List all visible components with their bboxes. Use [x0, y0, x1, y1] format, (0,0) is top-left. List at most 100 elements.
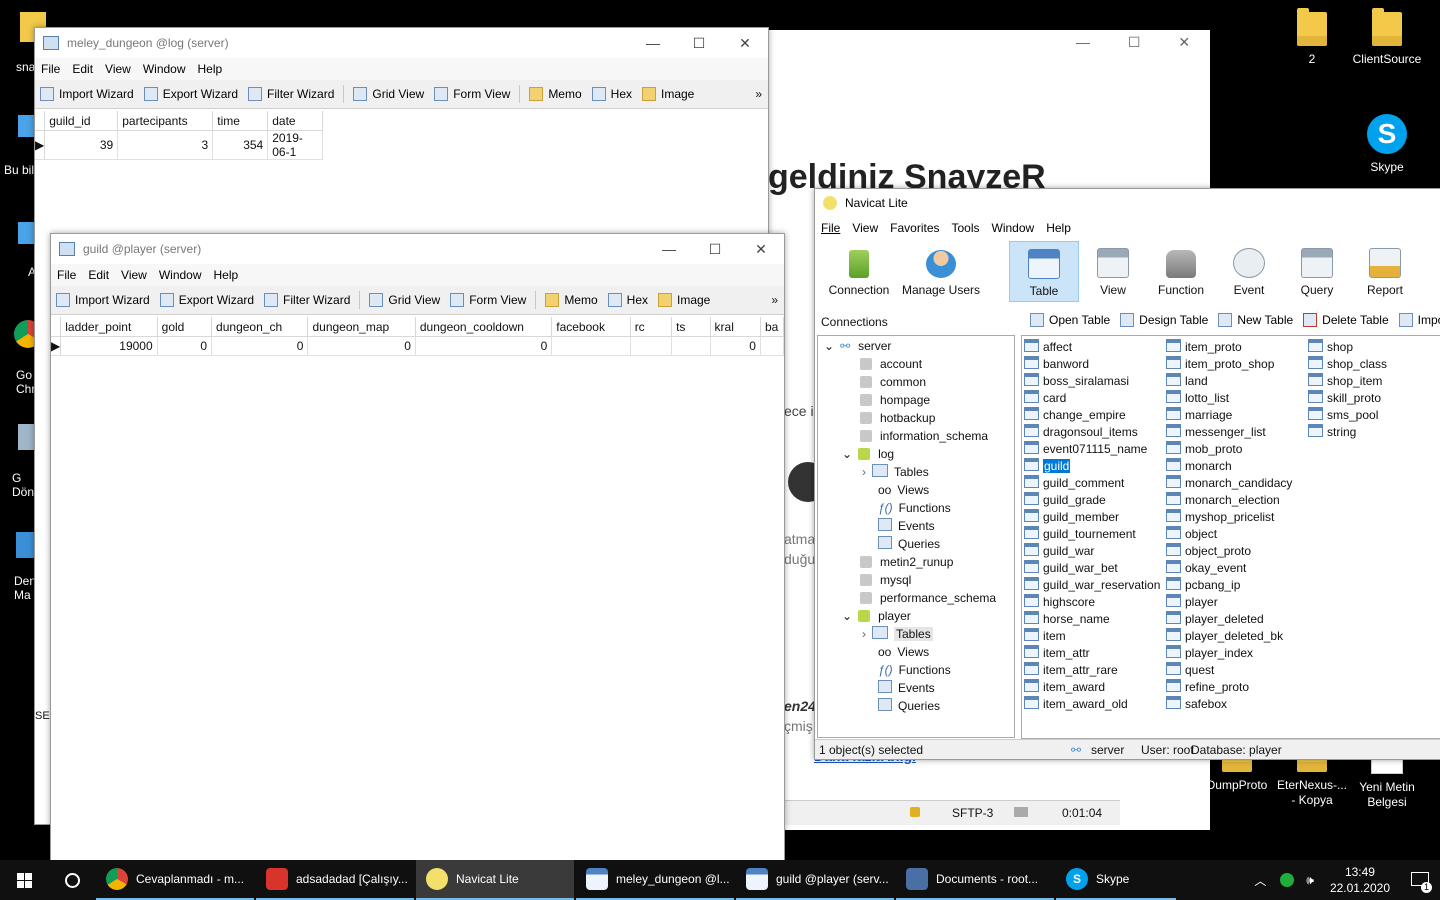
table-list-item[interactable]: item_award — [1024, 679, 1166, 696]
tree-db-hotbackup[interactable]: hotbackup — [818, 409, 1014, 427]
navicat-window[interactable]: Navicat Lite File View Favorites Tools W… — [814, 188, 1440, 760]
grid-cell[interactable]: 0 — [415, 336, 553, 356]
table-list-item[interactable]: mob_proto — [1166, 441, 1308, 458]
table-list-item[interactable]: item_proto — [1166, 339, 1308, 356]
connection-button[interactable]: Connection — [819, 241, 899, 300]
tree-player-tables[interactable]: › Tables — [818, 625, 1014, 643]
table-list-item[interactable]: item — [1024, 628, 1166, 645]
delete-table-button[interactable]: Delete Table — [1298, 313, 1394, 327]
table-list-item[interactable]: okay_event — [1166, 560, 1308, 577]
table-list-item[interactable]: guild — [1024, 458, 1166, 475]
table-list-item[interactable]: banword — [1024, 356, 1166, 373]
tree-db-log[interactable]: ⌄ log — [818, 445, 1014, 463]
table-list-item[interactable]: guild_war — [1024, 543, 1166, 560]
table-row[interactable]: ▶ 19000 0 0 0 0 0 — [51, 336, 784, 356]
grid-cell[interactable]: 19000 — [60, 336, 158, 356]
function-tool-button[interactable]: Function — [1147, 241, 1215, 300]
table-list-item[interactable]: card — [1024, 390, 1166, 407]
menu-file[interactable]: File — [51, 268, 82, 282]
table-list-item[interactable]: object — [1166, 526, 1308, 543]
maximize-button[interactable]: ☐ — [1128, 34, 1141, 50]
expand-icon[interactable]: › — [862, 465, 866, 479]
table-list-item[interactable]: marriage — [1166, 407, 1308, 424]
tree-player-views[interactable]: oo Views — [818, 643, 1014, 661]
security-check-icon[interactable] — [1280, 873, 1295, 887]
start-button[interactable] — [0, 860, 48, 900]
grid-cell[interactable] — [760, 336, 784, 356]
volume-icon[interactable]: 🕪 — [1306, 873, 1314, 888]
minimize-button[interactable]: — — [630, 28, 676, 58]
grid-cell[interactable] — [671, 336, 711, 356]
table-list-item[interactable]: guild_war_bet — [1024, 560, 1166, 577]
column-header[interactable]: gold — [157, 317, 213, 337]
table-list-item[interactable]: item_attr_rare — [1024, 662, 1166, 679]
grid-view-button[interactable]: Grid View — [364, 293, 445, 307]
tree-log-events[interactable]: Events — [818, 517, 1014, 535]
menu-window[interactable]: Window — [153, 268, 208, 282]
table-list-item[interactable]: monarch_election — [1166, 492, 1308, 509]
grid-cell[interactable]: 39 — [44, 130, 119, 160]
grid-cell[interactable] — [551, 336, 631, 356]
table-row[interactable]: ▶ 39 3 354 2019-06-1 — [35, 130, 324, 160]
form-view-button[interactable]: Form View — [429, 87, 515, 101]
report-tool-button[interactable]: Report — [1351, 241, 1419, 300]
chevron-up-icon[interactable]: ︿ — [1254, 872, 1266, 889]
hex-button[interactable]: Hex — [587, 87, 637, 101]
tree-db-player[interactable]: ⌄ player — [818, 607, 1014, 625]
table-list-item[interactable]: item_proto_shop — [1166, 356, 1308, 373]
minimize-button[interactable]: — — [646, 234, 692, 264]
table-list-item[interactable]: player — [1166, 594, 1308, 611]
memo-button[interactable]: Memo — [540, 293, 602, 307]
desktop-icon-skype[interactable]: S Skype — [1349, 114, 1425, 175]
table-list-item[interactable]: sms_pool — [1308, 407, 1438, 424]
connection-tree[interactable]: ⌄ ⚯ server account common hompage hotbacku… — [817, 335, 1015, 738]
table-list-item[interactable]: object_proto — [1166, 543, 1308, 560]
table-tool-button[interactable]: Table — [1009, 241, 1079, 302]
desktop-icon-clientsource[interactable]: ClientSource — [1349, 8, 1425, 67]
grid-cell[interactable]: 2019-06-1 — [267, 130, 324, 160]
table-list-item[interactable]: player_index — [1166, 645, 1308, 662]
grid-cell[interactable]: 354 — [212, 130, 269, 160]
grid-cell[interactable]: 0 — [211, 336, 309, 356]
tree-db-performance-schema[interactable]: performance_schema — [818, 589, 1014, 607]
table-list-item[interactable]: boss_siralamasi — [1024, 373, 1166, 390]
tree-db-hompage[interactable]: hompage — [818, 391, 1014, 409]
close-button[interactable]: ✕ — [738, 234, 784, 264]
event-tool-button[interactable]: Event — [1215, 241, 1283, 300]
collapse-icon[interactable]: ⌄ — [842, 609, 852, 623]
menu-help[interactable]: Help — [1040, 221, 1077, 235]
tree-db-metin2-runup[interactable]: metin2_runup — [818, 553, 1014, 571]
table-list-item[interactable]: player_deleted — [1166, 611, 1308, 628]
image-button[interactable]: Image — [637, 87, 699, 101]
taskbar-item-documents[interactable]: Documents - root... — [896, 860, 1054, 900]
clock[interactable]: 13:49 22.01.2020 — [1330, 864, 1390, 896]
menu-file[interactable]: File — [35, 62, 66, 76]
memo-button[interactable]: Memo — [524, 87, 586, 101]
tree-db-mysql[interactable]: mysql — [818, 571, 1014, 589]
window-titlebar[interactable]: meley_dungeon @log (server) — ☐ ✕ — [35, 28, 768, 58]
table-list-item[interactable]: myshop_pricelist — [1166, 509, 1308, 526]
table-list-item[interactable]: messenger_list — [1166, 424, 1308, 441]
column-header[interactable]: ts — [671, 317, 711, 337]
table-list-item[interactable]: land — [1166, 373, 1308, 390]
table-list-item[interactable]: lotto_list — [1166, 390, 1308, 407]
table-list-item[interactable]: shop_item — [1308, 373, 1438, 390]
window-titlebar[interactable]: Navicat Lite — [815, 189, 1440, 217]
table-list-item[interactable]: pcbang_ip — [1166, 577, 1308, 594]
import-wizard-button[interactable]: Import Wizard — [51, 293, 155, 307]
column-header[interactable]: time — [212, 111, 269, 131]
table-list-item[interactable]: monarch_candidacy — [1166, 475, 1308, 492]
import-wizard-button[interactable]: Import Wizard — [35, 87, 139, 101]
column-header[interactable]: kral — [710, 317, 761, 337]
menu-help[interactable]: Help — [208, 268, 245, 282]
taskbar-item-skype[interactable]: S Skype — [1056, 860, 1176, 900]
taskbar-item-chrome[interactable]: Cevaplanmadı - m... — [96, 860, 254, 900]
view-tool-button[interactable]: View — [1079, 241, 1147, 300]
manage-users-button[interactable]: Manage Users — [899, 241, 983, 300]
window-titlebar[interactable]: guild @player (server) — ☐ ✕ — [51, 234, 784, 264]
table-list-item[interactable]: item_award_old — [1024, 696, 1166, 713]
menu-view[interactable]: View — [115, 268, 153, 282]
tree-db-common[interactable]: common — [818, 373, 1014, 391]
form-view-button[interactable]: Form View — [445, 293, 531, 307]
column-header[interactable]: ladder_point — [60, 317, 158, 337]
